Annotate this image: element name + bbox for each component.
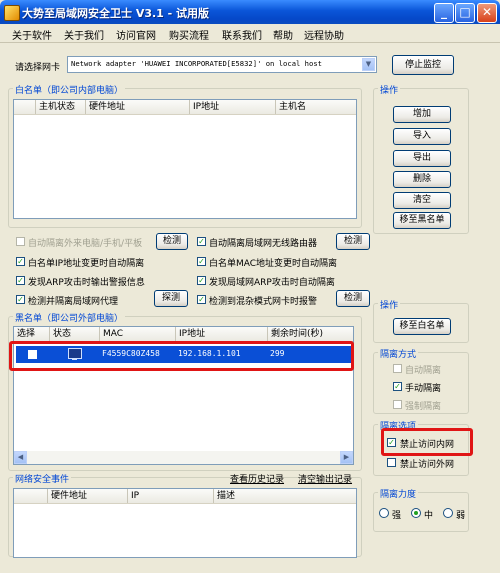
- nic-label: 请选择网卡: [15, 63, 61, 73]
- probe-button[interactable]: 探测: [154, 290, 188, 307]
- scroll-right-icon[interactable]: ▶: [340, 451, 353, 464]
- opt-promiscuous-checkbox[interactable]: ✓: [197, 295, 206, 304]
- nic-select[interactable]: Network adapter 'HUAWEI INCORPORATED[E58…: [67, 56, 377, 73]
- highlight-box-option: [381, 428, 473, 456]
- opt-ip-change-label: 白名单IP地址变更时自动隔离: [28, 259, 145, 269]
- opt-proxy-checkbox[interactable]: ✓: [16, 295, 25, 304]
- actions2-title: 操作: [378, 298, 401, 311]
- strength-weak-radio[interactable]: [443, 508, 453, 518]
- auto-isolate-label: 自动隔离: [405, 366, 442, 376]
- detect-button-2[interactable]: 检测: [336, 233, 370, 250]
- strength-weak-label: 弱: [456, 511, 466, 521]
- app-icon: [4, 5, 20, 21]
- col-event-desc[interactable]: 描述: [214, 489, 356, 503]
- force-isolate-checkbox[interactable]: [393, 400, 402, 409]
- opt-mac-change-label: 白名单MAC地址变更时自动隔离: [209, 259, 338, 269]
- block-internet-label: 禁止访问外网: [400, 460, 455, 470]
- opt-auto-isolate-devices-label: 自动隔离外来电脑/手机/平板: [28, 239, 143, 249]
- chevron-down-icon[interactable]: ▼: [362, 58, 375, 71]
- menu-help[interactable]: 帮助: [273, 27, 293, 42]
- view-history-link[interactable]: 查看历史记录: [230, 472, 284, 485]
- col-hostname[interactable]: 主机名: [276, 100, 356, 114]
- menu-bar: 关于软件 关于我们 访问官网 购买流程 联系我们 帮助 远程协助: [0, 24, 500, 43]
- force-isolate-label: 强制隔离: [405, 402, 442, 412]
- opt-arp-alert-checkbox[interactable]: ✓: [16, 276, 25, 285]
- menu-purchase[interactable]: 购买流程: [169, 27, 209, 42]
- manual-isolate-checkbox[interactable]: ✓: [393, 382, 402, 391]
- export-button[interactable]: 导出: [393, 150, 451, 167]
- minimize-button[interactable]: _: [434, 3, 454, 23]
- opt-arp-alert-label: 发现ARP攻击时输出警报信息: [28, 278, 145, 288]
- opt-isolate-wireless-router-checkbox[interactable]: ✓: [197, 237, 206, 246]
- opt-arp-isolate-checkbox[interactable]: ✓: [197, 276, 206, 285]
- nic-select-value: Network adapter 'HUAWEI INCORPORATED[E58…: [71, 59, 322, 68]
- events-table[interactable]: 硬件地址 IP 描述: [13, 488, 357, 558]
- menu-about-software[interactable]: 关于软件: [12, 27, 52, 42]
- scroll-left-icon[interactable]: ◀: [14, 451, 27, 464]
- title-bar[interactable]: 大势至局域网安全卫士 V3.1 - 试用版 _ □ ✕: [0, 0, 500, 24]
- opt-promiscuous-label: 检测到混杂模式网卡时报警: [209, 297, 318, 307]
- col-event-ip[interactable]: IP: [128, 489, 214, 503]
- blacklist-header: 选择 状态 MAC IP地址 剩余时间(秒): [14, 327, 353, 342]
- window-title: 大势至局域网安全卫士 V3.1 - 试用版: [22, 7, 210, 20]
- detect-button-3[interactable]: 检测: [336, 290, 370, 307]
- menu-contact[interactable]: 联系我们: [222, 27, 262, 42]
- move-to-whitelist-button[interactable]: 移至白名单: [393, 318, 451, 335]
- col-host-status[interactable]: 主机状态: [36, 100, 86, 114]
- actions-title: 操作: [378, 83, 401, 96]
- maximize-button[interactable]: □: [455, 3, 475, 23]
- delete-button[interactable]: 删除: [393, 171, 451, 188]
- clear-button[interactable]: 清空: [393, 192, 451, 209]
- opt-ip-change-checkbox[interactable]: ✓: [16, 257, 25, 266]
- menu-about-us[interactable]: 关于我们: [64, 27, 104, 42]
- detect-button-1[interactable]: 检测: [156, 233, 188, 250]
- strength-strong-label: 强: [392, 511, 402, 521]
- col-status[interactable]: 状态: [50, 327, 100, 341]
- whitelist-table[interactable]: 主机状态 硬件地址 IP地址 主机名: [13, 99, 357, 219]
- nic-bar: 请选择网卡 Network adapter 'HUAWEI INCORPORAT…: [0, 43, 500, 83]
- horizontal-scrollbar[interactable]: ◀ ▶: [14, 451, 353, 464]
- auto-isolate-checkbox[interactable]: [393, 364, 402, 373]
- import-button[interactable]: 导入: [393, 128, 451, 145]
- add-button[interactable]: 增加: [393, 106, 451, 123]
- col-ip[interactable]: IP地址: [176, 327, 268, 341]
- close-button[interactable]: ✕: [477, 3, 497, 23]
- opt-isolate-wireless-router-label: 自动隔离局域网无线路由器: [209, 239, 318, 249]
- isolation-mode-title: 隔离方式: [378, 347, 419, 360]
- block-internet-checkbox[interactable]: [387, 458, 396, 467]
- col-ip[interactable]: IP地址: [190, 100, 276, 114]
- opt-auto-isolate-devices-checkbox[interactable]: [16, 237, 25, 246]
- col-select[interactable]: 选择: [14, 327, 50, 341]
- opt-arp-isolate-label: 发现局域网ARP攻击时自动隔离: [209, 278, 335, 288]
- col-mac[interactable]: MAC: [100, 327, 176, 341]
- menu-remote-assist[interactable]: 远程协助: [304, 27, 344, 42]
- clear-output-link[interactable]: 清空输出记录: [298, 472, 352, 485]
- isolation-strength-title: 隔离力度: [378, 487, 419, 500]
- strength-medium-radio[interactable]: [411, 508, 421, 518]
- menu-official-site[interactable]: 访问官网: [116, 27, 156, 42]
- whitelist-header: 主机状态 硬件地址 IP地址 主机名: [14, 100, 356, 115]
- opt-mac-change-checkbox[interactable]: ✓: [197, 257, 206, 266]
- col-remaining-time[interactable]: 剩余时间(秒): [268, 327, 355, 341]
- opt-proxy-label: 检测并隔离局域网代理: [28, 297, 119, 307]
- blacklist-title: 黑名单（即公司外部电脑）: [13, 311, 126, 324]
- manual-isolate-label: 手动隔离: [405, 384, 442, 394]
- whitelist-title: 白名单（即公司内部电脑）: [13, 83, 126, 96]
- col-event-mac[interactable]: 硬件地址: [48, 489, 128, 503]
- highlight-box-row: [9, 341, 354, 371]
- stop-monitor-button[interactable]: 停止监控: [392, 55, 454, 75]
- strength-medium-label: 中: [424, 511, 434, 521]
- move-to-blacklist-button[interactable]: 移至黑名单: [393, 212, 451, 229]
- col-mac[interactable]: 硬件地址: [86, 100, 190, 114]
- events-title: 网络安全事件: [13, 472, 72, 485]
- events-header: 硬件地址 IP 描述: [14, 489, 356, 504]
- strength-strong-radio[interactable]: [379, 508, 389, 518]
